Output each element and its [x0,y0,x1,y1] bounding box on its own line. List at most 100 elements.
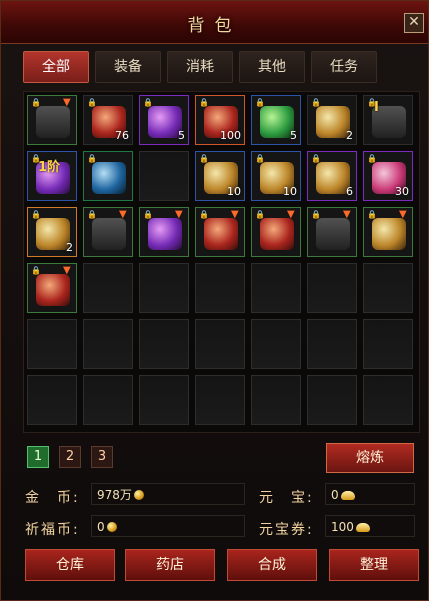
empty-slot[interactable] [307,375,357,425]
lock-icon: 🔒 [87,154,97,163]
sort-button[interactable]: 整理 [329,549,419,581]
smelt-button[interactable]: 熔炼 [326,443,414,473]
tab-5[interactable]: 任务 [311,51,377,83]
inventory-slot[interactable]: 🔒 6 [307,151,357,201]
ingot-icon [340,491,355,500]
upgrade-arrow-icon: ▼ [63,97,71,108]
voucher-amount: 100 [331,520,354,534]
empty-slot[interactable] [363,263,413,313]
inventory-slot[interactable]: 🔒 76 [83,95,133,145]
inventory-slot[interactable]: 🔒 2 [307,95,357,145]
empty-slot[interactable] [251,263,301,313]
inventory-slot[interactable]: 🔒 100 [195,95,245,145]
lock-icon: 🔒 [255,98,265,107]
gold-amount: 978万 [97,488,132,502]
lock-icon: 🔒 [367,154,377,163]
lock-icon: 🔒 [311,210,321,219]
inventory-slot[interactable]: 🔒 ▼ [27,95,77,145]
bottom-actions: 仓库 药店 合成 整理 [23,549,419,583]
empty-slot[interactable] [83,319,133,369]
empty-slot[interactable] [307,263,357,313]
inventory-slot[interactable]: 🔒 5 [139,95,189,145]
lock-icon: 🔒 [143,210,153,219]
inventory-slot[interactable]: 🔒 30 [363,151,413,201]
lock-icon: 🔒 [87,210,97,219]
empty-slot[interactable] [195,263,245,313]
yuanbao-label: 元 宝: [259,490,314,506]
double-sword-icon [316,218,350,250]
upgrade-arrow-icon: ▼ [119,209,127,220]
upgrade-arrow-icon: ▼ [343,209,351,220]
empty-slot[interactable] [195,319,245,369]
inventory-slot[interactable]: 🔒 I [363,95,413,145]
page-3-button[interactable]: 3 [91,446,113,468]
upgrade-arrow-icon: ▼ [231,209,239,220]
tab-2[interactable]: 装备 [95,51,161,83]
lock-icon: 🔒 [311,98,321,107]
inventory-slot[interactable]: 🔒 ▼ [83,207,133,257]
currency-row-2: 祈福币: 0 元宝券: 100 [19,515,416,539]
blessing-coin-icon [106,522,117,532]
item-count: 76 [115,129,129,142]
inventory-slot[interactable]: 🔒 10 [195,151,245,201]
window-title: 背包 [187,16,242,36]
voucher-label: 元宝券: [259,522,314,538]
gold-coin-icon [133,490,144,500]
tab-4[interactable]: 其他 [239,51,305,83]
empty-slot[interactable] [139,319,189,369]
inventory-slot[interactable]: 🔒 10 [251,151,301,201]
empty-slot[interactable] [139,375,189,425]
item-count: 5 [290,129,297,142]
empty-slot[interactable] [195,375,245,425]
item-badge: I [374,100,379,115]
page-2-button[interactable]: 2 [59,446,81,468]
close-button[interactable]: ✕ [404,13,424,33]
empty-slot[interactable] [27,319,77,369]
amulet-icon [148,218,182,250]
empty-slot[interactable] [83,375,133,425]
currency-row-1: 金 币: 978万 元 宝: 0 [19,483,416,507]
empty-slot[interactable] [251,319,301,369]
inventory-slot[interactable]: 🔒 5 [251,95,301,145]
empty-slot[interactable] [251,375,301,425]
empty-slot[interactable] [363,375,413,425]
empty-slot[interactable] [363,319,413,369]
empty-slot[interactable] [139,263,189,313]
warehouse-button[interactable]: 仓库 [25,549,115,581]
empty-slot[interactable] [139,151,189,201]
yuanbao-value: 0 [325,483,415,505]
empty-slot[interactable] [27,375,77,425]
inventory-slot[interactable]: 🔒 2 [27,207,77,257]
gold-label: 金 币: [25,490,80,506]
yuanbao-amount: 0 [331,488,339,502]
inventory-slot[interactable]: 🔒 ▼ [27,263,77,313]
page-1-button[interactable]: 1 [27,446,49,468]
item-badge: 1阶 [38,160,61,175]
inventory-grid: 🔒 ▼ 🔒 76 🔒 5 🔒 100 🔒 5 🔒 2 🔒 I 🔒 1阶 🔒 🔒 10 🔒 10 🔒 6 🔒 30 🔒 2 🔒 ▼ 🔒 ▼ 🔒 ▼… [23,91,420,433]
leaf-gem-icon [260,106,294,138]
tab-3[interactable]: 消耗 [167,51,233,83]
inventory-slot[interactable]: 🔒 ▼ [307,207,357,257]
empty-slot[interactable] [307,319,357,369]
pharmacy-button[interactable]: 药店 [125,549,215,581]
exp-orb-icon [92,162,126,194]
inventory-slot[interactable]: 🔒 [83,151,133,201]
tab-1[interactable]: 全部 [23,51,89,83]
item-count: 100 [220,129,241,142]
double-sword-icon [36,106,70,138]
inventory-slot[interactable]: 🔒 ▼ [363,207,413,257]
ancient-scroll-icon [316,162,350,194]
empty-slot[interactable] [83,263,133,313]
blessing-amount: 0 [97,520,105,534]
inventory-slot[interactable]: 🔒 1阶 [27,151,77,201]
voucher-value: 100 [325,515,415,537]
book-icon [36,218,70,250]
inventory-slot[interactable]: 🔒 ▼ [139,207,189,257]
item-count: 2 [66,241,73,254]
lock-icon: 🔒 [31,210,41,219]
synthesis-button[interactable]: 合成 [227,549,317,581]
blessing-value: 0 [91,515,245,537]
blade-icon [36,274,70,306]
inventory-slot[interactable]: 🔒 ▼ [195,207,245,257]
inventory-slot[interactable]: 🔒 ▼ [251,207,301,257]
